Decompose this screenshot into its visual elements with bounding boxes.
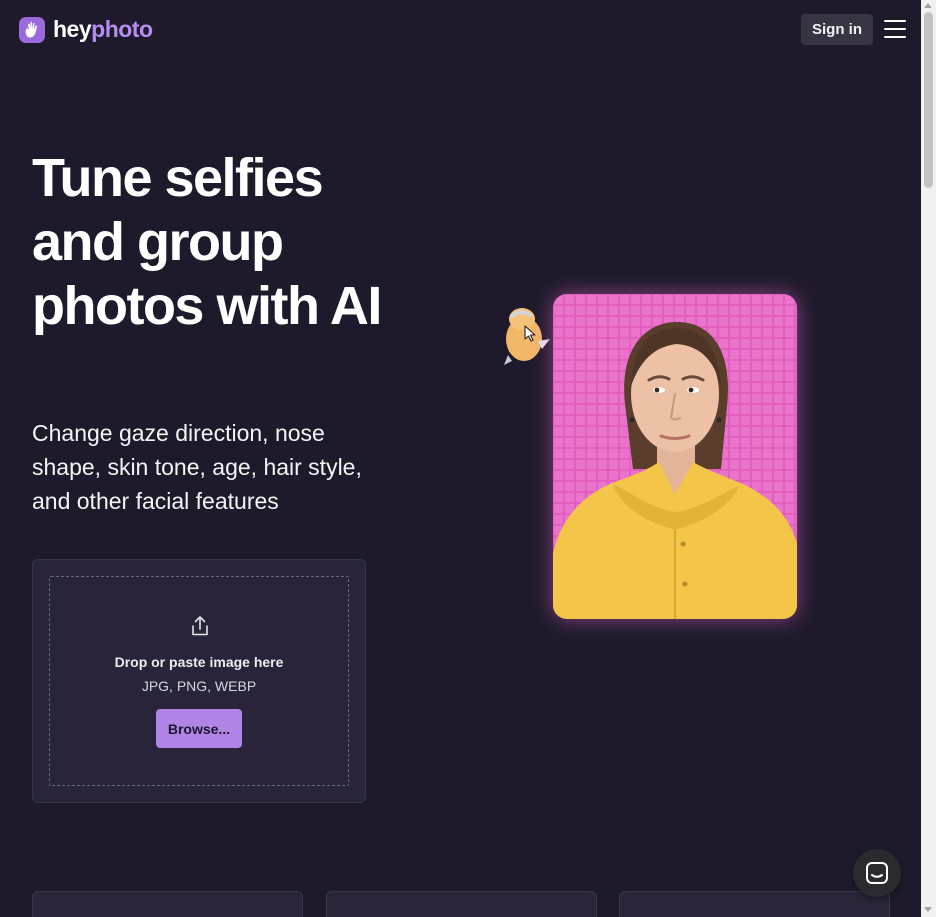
- accepted-formats: JPG, PNG, WEBP: [141, 678, 257, 694]
- waving-hand-icon: [19, 16, 45, 43]
- upload-card: Drop or paste image here JPG, PNG, WEBP …: [32, 559, 366, 803]
- hamburger-menu-icon[interactable]: [884, 20, 906, 38]
- feature-card: [32, 891, 303, 917]
- chat-support-icon[interactable]: [853, 849, 901, 897]
- page: heyphoto Sign in Tune selfies and group …: [0, 0, 921, 917]
- hero-headline: Tune selfies and group photos with AI: [32, 148, 382, 336]
- logo-text: heyphoto: [53, 16, 153, 42]
- drop-instructions: Drop or paste image here: [114, 654, 284, 670]
- example-portrait-photo: [553, 294, 797, 619]
- scroll-up-arrow-icon[interactable]: [924, 3, 932, 8]
- scroll-down-arrow-icon[interactable]: [924, 907, 932, 912]
- sign-in-button[interactable]: Sign in: [801, 14, 873, 45]
- logo[interactable]: heyphoto: [19, 16, 153, 43]
- browse-button[interactable]: Browse...: [156, 709, 242, 748]
- feature-card: [619, 891, 890, 917]
- vertical-scrollbar[interactable]: [921, 0, 936, 917]
- bird-mascot-icon: [504, 308, 550, 365]
- hero-subheadline: Change gaze direction, nose shape, skin …: [32, 420, 362, 514]
- image-dropzone[interactable]: Drop or paste image here JPG, PNG, WEBP …: [49, 576, 349, 786]
- scroll-thumb[interactable]: [924, 12, 933, 188]
- upload-icon: [192, 616, 208, 636]
- feature-card: [326, 891, 597, 917]
